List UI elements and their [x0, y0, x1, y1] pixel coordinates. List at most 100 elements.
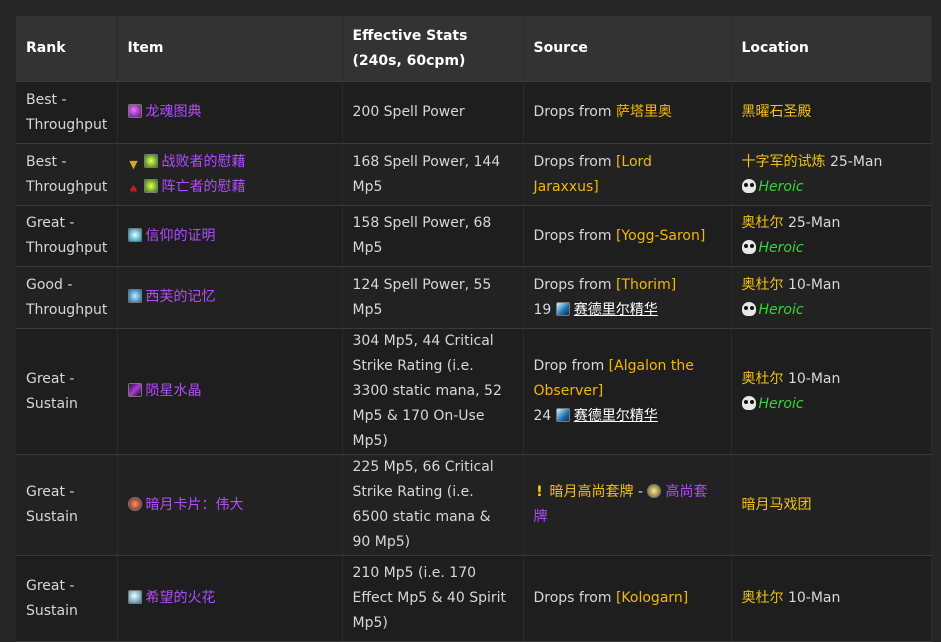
quest-link[interactable]: 暗月高尚套牌: [550, 484, 634, 500]
item-link[interactable]: 陨星水晶: [146, 383, 202, 399]
essence-icon: [555, 408, 570, 422]
table-header-row: Rank Item Effective Stats (240s, 60cpm) …: [16, 16, 932, 82]
trinket-rankings-table: Rank Item Effective Stats (240s, 60cpm) …: [16, 16, 932, 642]
source-cell: Drop from [Algalon the Observer] 24 赛德里尔…: [523, 328, 732, 455]
header-stats: Effective Stats (240s, 60cpm): [342, 16, 524, 82]
location-cell: 奥杜尔 10-Man Heroic: [731, 328, 932, 455]
heroic-label: Heroic: [758, 395, 804, 412]
zone-link[interactable]: 黑曜石圣殿: [742, 104, 812, 120]
zone-link[interactable]: 奥杜尔: [742, 590, 784, 606]
raid-size: 25-Man: [825, 153, 883, 170]
zone-link[interactable]: 奥杜尔: [742, 277, 784, 293]
item-cell: ▼ 战败者的慰藉 ♠ 阵亡者的慰藉: [117, 143, 343, 206]
source-prefix: Drops from: [533, 104, 616, 120]
currency-link[interactable]: 赛德里尔精华: [574, 302, 658, 318]
skull-icon: [741, 240, 756, 254]
header-location: Location: [731, 16, 932, 82]
table-row: Great - Sustain 希望的火花 210 Mp5 (i.e. 170 …: [16, 555, 932, 642]
item-link[interactable]: 希望的火花: [146, 590, 216, 606]
currency-link[interactable]: 赛德里尔精华: [574, 408, 658, 424]
ice-rune-icon: [127, 289, 142, 303]
location-cell: 奥杜尔 10-Man: [731, 555, 932, 642]
darkmoon-card-icon: [127, 496, 142, 511]
location-cell: 奥杜尔 10-Man Heroic: [731, 266, 932, 329]
table-row: Best - Throughput 龙魂图典 200 Spell Power D…: [16, 81, 932, 144]
item-link[interactable]: 战败者的慰藉: [162, 154, 246, 170]
heroic-label: Heroic: [758, 178, 804, 195]
rank-cell: Great - Sustain: [16, 454, 118, 556]
deck-icon: [647, 484, 662, 498]
skull-icon: [741, 395, 756, 410]
currency-count: 19: [533, 301, 552, 318]
source-prefix: Drops from: [533, 227, 616, 244]
raid-size: 25-Man: [783, 215, 841, 231]
cyan-rune-icon: [127, 227, 142, 242]
item-cell: 龙魂图典: [117, 81, 343, 144]
table-row: Good - Throughput 西芙的记忆 124 Spell Power,…: [16, 266, 932, 329]
zone-link[interactable]: 奥杜尔: [742, 371, 784, 387]
heroic-label: Heroic: [758, 301, 804, 318]
source-cell: Drops from [Thorim] 19 赛德里尔精华: [523, 266, 732, 329]
stats-cell: 304 Mp5, 44 Critical Strike Rating (i.e.…: [342, 328, 524, 455]
item-link[interactable]: 西芙的记忆: [146, 289, 216, 305]
item-link[interactable]: 阵亡者的慰藉: [162, 179, 246, 195]
item-cell: 信仰的证明: [117, 205, 343, 267]
source-cell: Drops from [Kologarn]: [523, 555, 732, 642]
crystal-icon: [127, 383, 142, 397]
boss-link[interactable]: [Thorim]: [616, 277, 676, 293]
table-row: Great - Throughput 信仰的证明 158 Spell Power…: [16, 205, 932, 267]
header-source: Source: [523, 16, 732, 82]
currency-count: 24: [533, 408, 552, 424]
item-link[interactable]: 龙魂图典: [146, 104, 202, 120]
zone-link[interactable]: 暗月马戏团: [742, 497, 812, 513]
stats-cell: 225 Mp5, 66 Critical Strike Rating (i.e.…: [342, 454, 524, 556]
location-cell: 十字军的试炼 25-Man Heroic: [731, 143, 932, 206]
zone-link[interactable]: 十字军的试炼: [742, 154, 826, 170]
item-cell: 西芙的记忆: [117, 266, 343, 329]
rank-cell: Great - Throughput: [16, 205, 118, 267]
quest-exclamation-icon: !: [536, 484, 543, 500]
trinket-table-container: Rank Item Effective Stats (240s, 60cpm) …: [16, 16, 932, 642]
table-row: Great - Sustain 陨星水晶 304 Mp5, 44 Critica…: [16, 328, 932, 455]
source-prefix: Drops from: [533, 276, 616, 293]
zone-link[interactable]: 奥杜尔: [742, 215, 784, 231]
stats-cell: 124 Spell Power, 55 Mp5: [342, 266, 524, 329]
source-prefix: Drop from: [533, 358, 609, 374]
table-row: Great - Sustain 暗月卡片：伟大 225 Mp5, 66 Crit…: [16, 454, 932, 556]
essence-icon: [555, 301, 570, 316]
green-trinket-icon: [143, 178, 158, 193]
source-separator: -: [633, 484, 648, 500]
source-cell: Drops from 萨塔里奥: [523, 81, 732, 144]
source-cell: Drops from [Yogg-Saron]: [523, 205, 732, 267]
raid-size: 10-Man: [783, 590, 841, 606]
skull-icon: [741, 301, 756, 316]
location-cell: 奥杜尔 25-Man Heroic: [731, 205, 932, 267]
spark-icon: [127, 590, 142, 604]
stats-cell: 168 Spell Power, 144 Mp5: [342, 143, 524, 206]
item-cell: 陨星水晶: [117, 328, 343, 455]
dragon-book-icon: [127, 104, 142, 118]
heroic-label: Heroic: [758, 240, 804, 256]
item-link[interactable]: 信仰的证明: [146, 228, 216, 244]
rank-cell: Best - Throughput: [16, 81, 118, 144]
table-row: Best - Throughput ▼ 战败者的慰藉 ♠ 阵亡者的慰藉 168 Sp…: [16, 143, 932, 206]
rank-cell: Good - Throughput: [16, 266, 118, 329]
source-prefix: Drops from: [533, 590, 616, 606]
source-cell: Drops from [Lord Jaraxxus]: [523, 143, 732, 206]
stats-cell: 158 Spell Power, 68 Mp5: [342, 205, 524, 267]
boss-link[interactable]: [Yogg-Saron]: [616, 228, 705, 244]
raid-size: 10-Man: [783, 276, 841, 293]
boss-link[interactable]: [Kologarn]: [616, 590, 688, 606]
stats-cell: 200 Spell Power: [342, 81, 524, 144]
horde-emblem-icon: ♠: [128, 182, 139, 196]
raid-size: 10-Man: [783, 370, 841, 387]
rank-cell: Great - Sustain: [16, 555, 118, 642]
source-cell: ! 暗月高尚套牌 - 高尚套牌: [523, 454, 732, 556]
rank-cell: Great - Sustain: [16, 328, 118, 455]
boss-link[interactable]: 萨塔里奥: [616, 104, 672, 120]
rank-cell: Best - Throughput: [16, 143, 118, 206]
alliance-emblem-icon: ▼: [129, 157, 138, 171]
skull-icon: [741, 178, 756, 193]
green-trinket-icon: [143, 153, 158, 168]
item-link[interactable]: 暗月卡片：伟大: [146, 497, 244, 513]
